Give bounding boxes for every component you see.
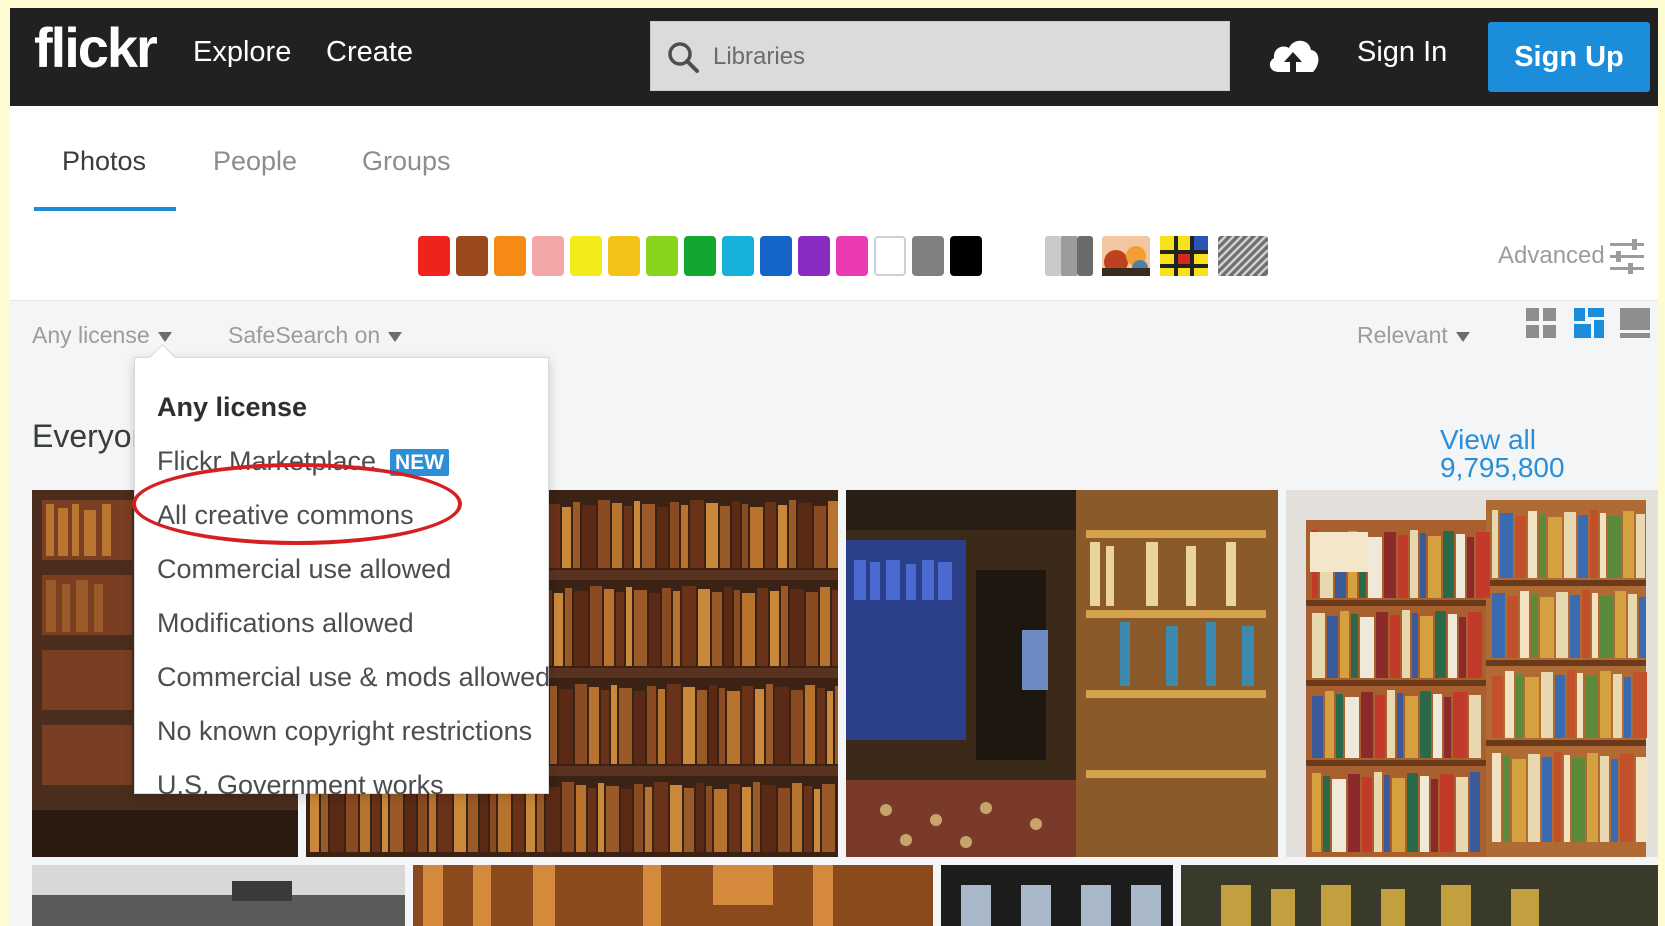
minimalist-filter-icon[interactable] (1160, 236, 1208, 276)
patterns-filter-icon[interactable] (1218, 236, 1268, 276)
flickr-logo[interactable]: flickr (34, 20, 158, 76)
top-navigation: flickr Explore Create Sign In Sign Up (10, 8, 1658, 106)
photo-thumbnail[interactable] (1286, 490, 1658, 857)
highlight-annotation-ellipse (132, 463, 462, 545)
menu-item-commercial-mods[interactable]: Commercial use & mods allowed (157, 664, 550, 691)
advanced-filter-icon[interactable] (1610, 238, 1644, 274)
tab-groups[interactable]: Groups (362, 148, 451, 175)
chevron-down-icon (1455, 331, 1470, 342)
photo-thumbnail[interactable] (846, 490, 1278, 857)
color-swatch[interactable] (912, 236, 944, 276)
grid-view-icon[interactable] (1526, 308, 1556, 338)
sign-up-button[interactable]: Sign Up (1488, 22, 1650, 92)
color-swatch[interactable] (836, 236, 868, 276)
chevron-down-icon (388, 331, 403, 342)
photo-thumbnail[interactable] (941, 865, 1173, 926)
library-shelf-photo (413, 865, 933, 926)
photo-thumbnail[interactable] (32, 865, 405, 926)
color-swatch[interactable] (646, 236, 678, 276)
photo-thumbnail[interactable] (1181, 865, 1658, 926)
bookcase-photo (1286, 490, 1658, 857)
advanced-search-link[interactable]: Advanced (1498, 244, 1605, 268)
menu-item-us-government[interactable]: U.S. Government works (157, 772, 444, 799)
license-dropdown-menu: Any license Flickr Marketplace NEW All cr… (134, 344, 550, 799)
nav-create[interactable]: Create (326, 38, 413, 67)
sort-label: Relevant (1357, 322, 1448, 348)
library-room-photo (846, 490, 1278, 857)
color-swatch[interactable] (950, 236, 982, 276)
safesearch-label: SafeSearch on (228, 322, 381, 348)
detail-view-icon[interactable] (1620, 308, 1650, 338)
chevron-down-icon (157, 331, 172, 342)
black-and-white-filter-icon[interactable] (1045, 236, 1093, 276)
color-swatch[interactable] (570, 236, 602, 276)
menu-item-no-copyright[interactable]: No known copyright restrictions (157, 718, 532, 745)
search-type-tabs: Photos People Groups (10, 106, 1658, 215)
nav-explore[interactable]: Explore (193, 38, 291, 67)
building-photo (32, 865, 405, 926)
photo-thumbnail[interactable] (413, 865, 933, 926)
dropdown-notch (149, 344, 176, 371)
search-icon (668, 42, 699, 73)
color-swatch[interactable] (608, 236, 640, 276)
license-filter-label: Any license (32, 322, 150, 348)
color-swatch[interactable] (418, 236, 450, 276)
shallow-depth-of-field-filter-icon[interactable] (1102, 236, 1150, 276)
tab-people[interactable]: People (213, 148, 297, 175)
safesearch-dropdown[interactable]: SafeSearch on (228, 322, 403, 348)
color-swatch[interactable] (874, 236, 906, 276)
cloud-upload-icon[interactable] (1265, 30, 1321, 80)
color-swatch[interactable] (532, 236, 564, 276)
view-all-link[interactable]: View all 9,795,800 (1440, 426, 1658, 482)
color-swatch[interactable] (494, 236, 526, 276)
color-swatch[interactable] (760, 236, 792, 276)
browser-page: flickr Explore Create Sign In Sign Up Ph… (10, 8, 1658, 926)
menu-item-commercial-use[interactable]: Commercial use allowed (157, 556, 451, 583)
color-filter-row: Advanced (10, 214, 1658, 301)
sign-in-link[interactable]: Sign In (1357, 38, 1447, 67)
sort-dropdown[interactable]: Relevant (1357, 324, 1470, 347)
search-input[interactable] (711, 36, 1215, 78)
menu-item-modifications[interactable]: Modifications allowed (157, 610, 414, 637)
license-filter-dropdown[interactable]: Any license (32, 324, 172, 347)
color-swatch[interactable] (722, 236, 754, 276)
color-swatch[interactable] (798, 236, 830, 276)
color-swatch[interactable] (456, 236, 488, 276)
menu-item-any-license[interactable]: Any license (157, 394, 307, 421)
windows-photo (941, 865, 1173, 926)
library-shelf-photo (1181, 865, 1658, 926)
color-swatch[interactable] (684, 236, 716, 276)
active-tab-indicator (34, 207, 176, 211)
tab-photos[interactable]: Photos (62, 148, 146, 175)
justified-view-icon[interactable] (1574, 308, 1604, 338)
search-box[interactable] (650, 21, 1230, 91)
